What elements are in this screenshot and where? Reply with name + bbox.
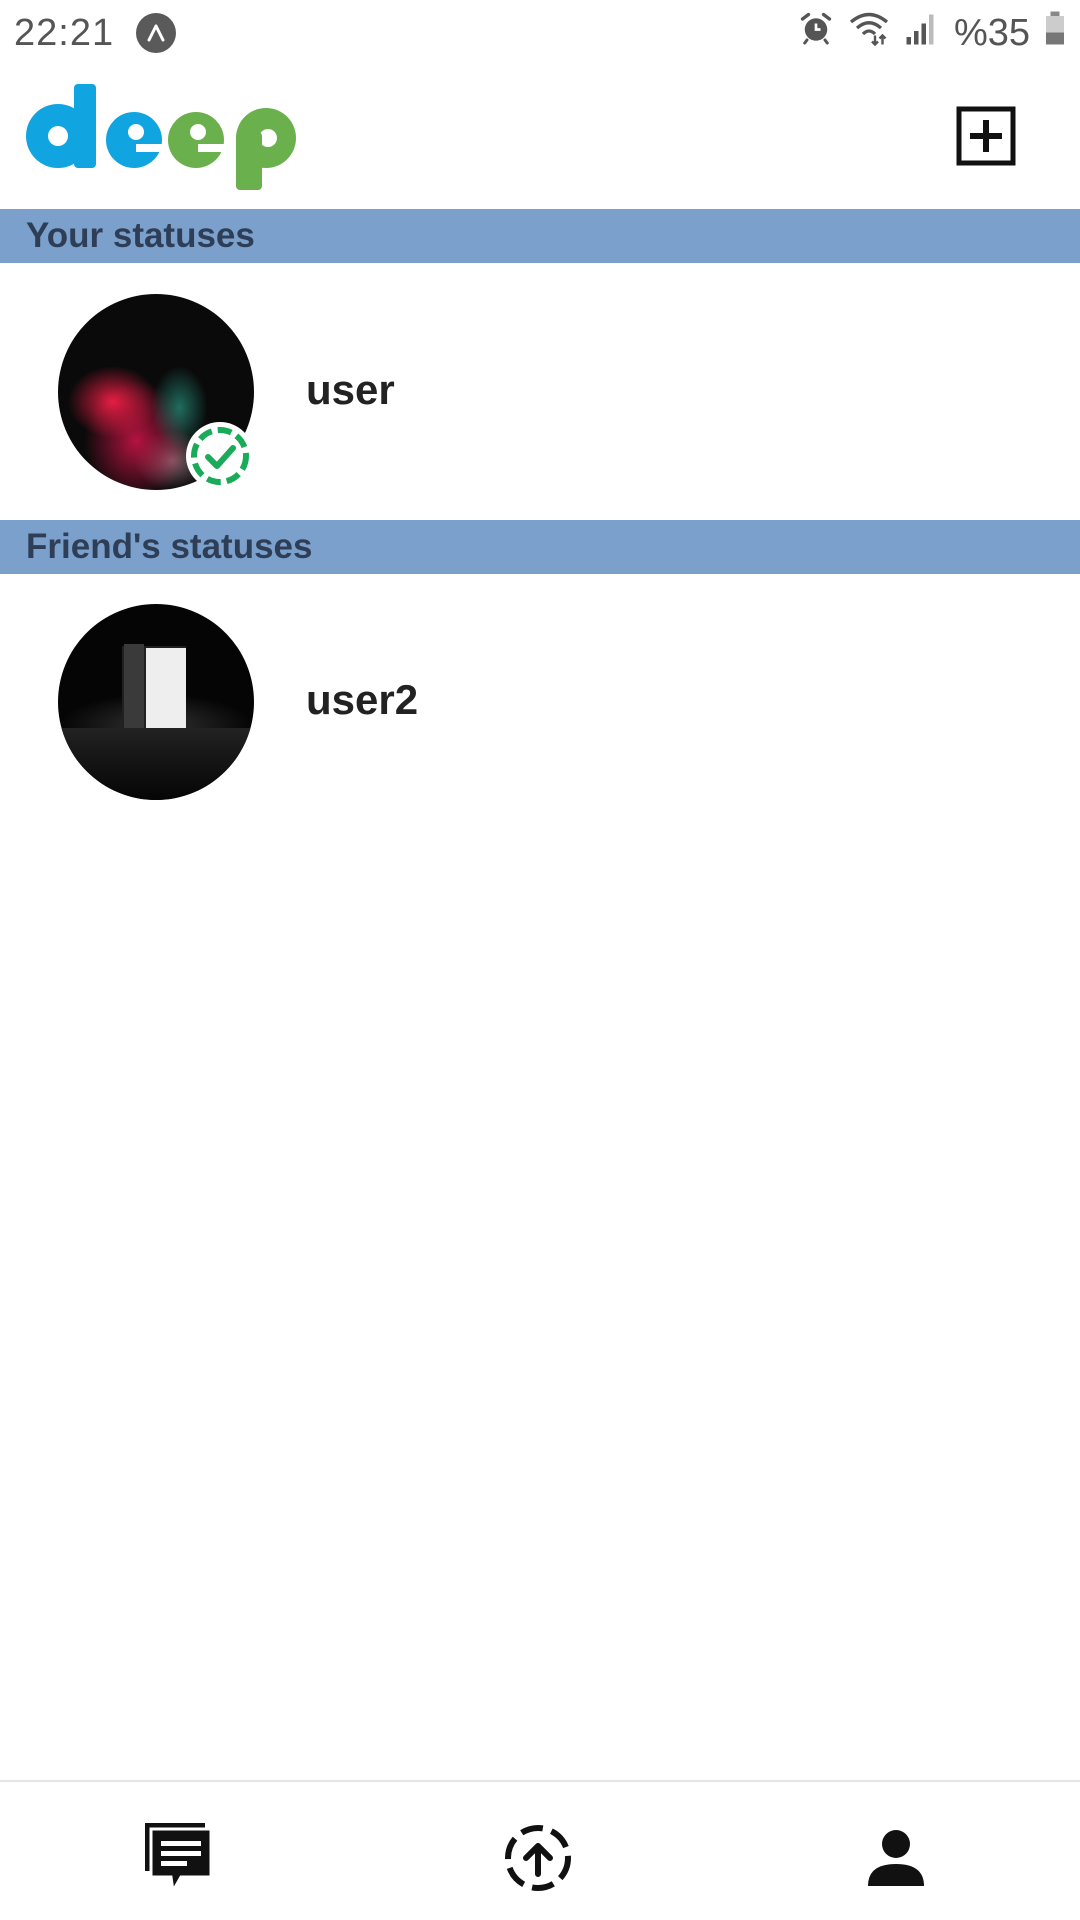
nav-profile-button[interactable] [856,1818,936,1898]
app-header [0,66,1080,208]
status-time: 22:21 [14,11,115,54]
wifi-icon [848,10,890,56]
alarm-icon [798,10,834,56]
friend-status-name: user2 [306,676,419,723]
friend-status-row[interactable]: user2 [0,596,1080,806]
nav-chats-button[interactable] [140,1818,220,1898]
nav-status-button[interactable] [498,1818,578,1898]
chats-icon [145,1823,213,1896]
battery-percent: %35 [953,11,1030,54]
section-header-friends-statuses: Friend's statuses [0,520,1080,574]
door-panel [124,644,144,732]
battery-icon [1044,10,1066,56]
door-light [146,648,186,728]
status-screen: 22:21 %35 Your statuses user Friend's st… [0,0,1080,1920]
add-status-button[interactable] [956,106,1016,166]
signal-icon [904,10,936,56]
section-header-your-statuses: Your statuses [0,209,1080,263]
status-upload-icon [505,1825,571,1891]
add-box-icon [956,106,1016,166]
my-status-row[interactable]: user [0,286,1080,496]
my-status-name: user [306,366,395,413]
app-notification-icon [136,13,177,53]
status-bar: 22:21 %35 [0,0,1080,66]
bottom-navigation [0,1780,1080,1920]
seen-check-icon [186,422,254,490]
status-bar-right: %35 [798,10,1080,56]
floor-glow [58,728,254,800]
deep-logo [26,84,296,190]
status-bar-left: 22:21 [0,11,177,55]
friend-avatar [58,604,254,800]
profile-icon [868,1830,924,1886]
